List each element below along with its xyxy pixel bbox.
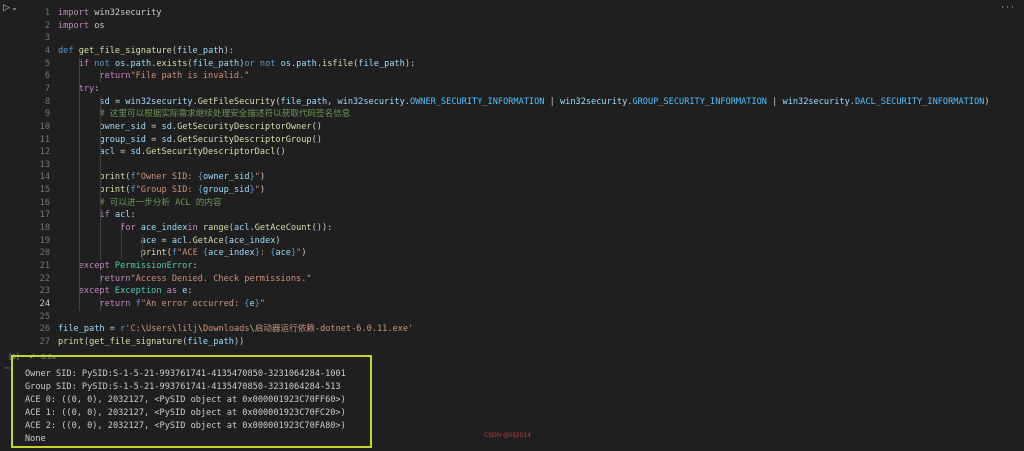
line-number: 1 <box>44 8 50 18</box>
line-number: 13 <box>39 159 50 170</box>
code-text: print(f"ACE {ace_index}: {ace}") <box>140 248 307 259</box>
code-text: ace = acl.GetAce(ace_index) <box>140 235 281 246</box>
line-number: 7 <box>44 83 50 94</box>
line-number: 12 <box>39 147 50 158</box>
indent-guide <box>100 70 101 83</box>
line-number: 2 <box>44 20 50 31</box>
output-menu-icon[interactable]: ··· <box>4 364 11 374</box>
line-number: 6 <box>44 71 50 82</box>
code-text: group_sid = sd.GetSecurityDescriptorGrou… <box>99 134 322 145</box>
output-line: Owner SID: PySID:S-1-5-21-993761741-4135… <box>25 369 346 379</box>
line-number: 3 <box>44 33 50 44</box>
line-number: 17 <box>39 210 50 221</box>
code-text: import win32security <box>58 8 162 18</box>
watermark: CSDN @lilj2014 <box>484 432 531 439</box>
output-line: ACE 2: ((0, 0), 2032127, <PySID object a… <box>25 420 346 431</box>
line-number: 26 <box>39 324 50 335</box>
code-text: return f"An error occurred: {e}" <box>99 298 266 309</box>
line-number: 19 <box>39 235 50 246</box>
code-text: owner_sid = sd.GetSecurityDescriptorOwne… <box>99 121 322 132</box>
line-number: 24 <box>39 298 50 309</box>
code-text: import os <box>58 20 105 31</box>
code-text: sd = win32security.GetFileSecurity(file_… <box>99 96 990 107</box>
run-cell-icon[interactable]: ▷ <box>3 3 10 13</box>
output-line: None <box>25 433 46 444</box>
code-editor[interactable]: ▷ ⌄ ··· 1 import win32security 2 import os 3… <box>0 0 1024 352</box>
output-line: Group SID: PySID:S-1-5-21-993761741-4135… <box>25 381 341 392</box>
code-text: # 可以进一步分析 ACL 的内容 <box>99 197 222 208</box>
indent-guide <box>100 95 101 260</box>
code-text: if acl: <box>99 210 136 221</box>
line-number: 20 <box>39 248 50 259</box>
indent-guide <box>121 222 122 260</box>
output-line: ACE 1: ((0, 0), 2032127, <PySID object a… <box>25 407 346 418</box>
chevron-down-icon[interactable]: ⌄ <box>11 3 18 12</box>
line-number: 10 <box>39 121 50 132</box>
line-number: 18 <box>39 223 50 234</box>
code-text: acl = sd.GetSecurityDescriptorDacl() <box>99 147 286 158</box>
code-text: def get_file_signature(file_path): <box>58 45 234 56</box>
indent-guide <box>142 234 143 260</box>
line-number: 22 <box>39 273 50 284</box>
code-text: # 这里可以根据实际需求继续处理安全描述符以获取代码签名信息 <box>99 109 351 120</box>
line-number: 25 <box>39 311 50 322</box>
code-text: print(f"Owner SID: {owner_sid}") <box>99 172 266 183</box>
line-number: 23 <box>39 286 50 297</box>
line-number: 21 <box>39 261 50 271</box>
more-actions-button[interactable]: ··· <box>1001 3 1016 13</box>
code-text: print(get_file_signature(file_path)) <box>58 336 245 347</box>
code-text: return"Access Denied. Check permissions.… <box>99 273 312 284</box>
line-number: 14 <box>39 172 50 183</box>
code-text: file_path = r'C:\Users\lilj\Downloads\启动… <box>58 324 414 335</box>
line-number: 4 <box>44 45 50 56</box>
indent-guide <box>79 57 80 311</box>
line-number: 27 <box>39 336 50 347</box>
line-number: 5 <box>44 58 50 69</box>
code-text: if not os.path.exists(file_path)or not o… <box>78 58 416 69</box>
code-text: return"File path is invalid." <box>99 71 250 82</box>
indent-guide <box>100 272 101 286</box>
line-number: 15 <box>39 185 50 196</box>
editor-gutter: ▷ ⌄ <box>0 0 22 352</box>
line-number: 9 <box>44 109 50 120</box>
code-text: print(f"Group SID: {group_sid}") <box>99 185 266 196</box>
line-number: 11 <box>39 134 50 145</box>
line-number: 8 <box>44 96 50 107</box>
output-line: ACE 0: ((0, 0), 2032127, <PySID object a… <box>25 394 346 405</box>
indent-guide <box>100 297 101 311</box>
line-number: 16 <box>39 197 50 208</box>
